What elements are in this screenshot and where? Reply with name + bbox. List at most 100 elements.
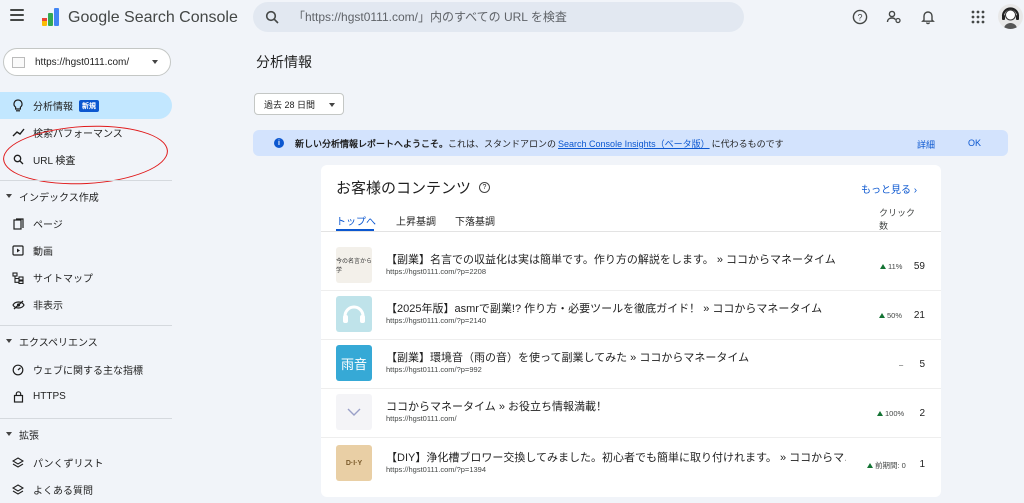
notifications-bell-icon[interactable] (918, 7, 938, 27)
change-value: 50% (887, 311, 903, 320)
sidebar-item-url-inspection[interactable]: URL 検査 (0, 146, 172, 173)
click-count: 1 (919, 459, 925, 470)
content-row[interactable]: 雨音 【副業】環境音（雨の音）を使って副業してみた » ココからマネータイム h… (336, 343, 936, 385)
details-button[interactable]: 詳細 (917, 138, 935, 151)
click-count: 5 (919, 359, 925, 370)
your-content-card: お客様のコンテンツ ? もっと見る › トップへ 上昇基調 下落基調 クリック … (321, 165, 941, 497)
section-indexing[interactable]: インデックス作成 (0, 186, 172, 206)
page-title: 分析情報 (256, 54, 312, 70)
article-thumbnail: 今の名言から学 (336, 247, 372, 283)
layers-icon (11, 456, 25, 470)
article-thumbnail: D·I·Y (336, 445, 372, 481)
sidebar-item-insights[interactable]: 分析情報 新規 (0, 92, 172, 119)
help-icon[interactable]: ? (479, 182, 490, 193)
divider (0, 325, 172, 326)
banner-text: に代わるものです (711, 138, 784, 149)
content-row[interactable]: 今の名言から学 【副業】名言での収益化は実は簡単です。作り方の解説をします。 »… (336, 245, 936, 287)
change-indicator: 前期間: 0 (867, 460, 906, 471)
content-row[interactable]: ココからマネータイム » お役立ち情報満載！ https://hgst0111.… (336, 392, 936, 434)
divider (321, 339, 941, 340)
property-selector[interactable]: https://hgst0111.com/ (3, 48, 171, 76)
sidebar-item-sitemaps[interactable]: サイトマップ (0, 264, 172, 291)
divider (0, 180, 172, 181)
account-avatar[interactable] (998, 4, 1023, 29)
chevron-down-icon (329, 103, 336, 107)
sidebar-item-removals[interactable]: 非表示 (0, 291, 172, 318)
article-thumbnail: 雨音 (336, 345, 372, 381)
gauge-icon (11, 363, 25, 377)
url-inspect-search[interactable] (253, 2, 744, 32)
article-thumbnail (336, 296, 372, 332)
sidebar-item-label: ページ (33, 220, 63, 231)
sidebar-item-label: 分析情報 (33, 102, 73, 113)
change-indicator: 11% (880, 262, 902, 271)
sidebar-item-video[interactable]: 動画 (0, 237, 172, 264)
article-title: 【副業】名言での収益化は実は簡単です。作り方の解説をします。 » ココからマネー… (386, 254, 836, 266)
sidebar-item-https[interactable]: HTTPS (0, 383, 172, 410)
article-title: 【DIY】浄化槽ブロワー交換してみました。初心者でも簡単に取り付けれます。 » … (386, 452, 846, 464)
insights-beta-link[interactable]: Search Console Insights（ベータ版） (558, 137, 710, 150)
sidebar-item-label: よくある質問 (33, 486, 93, 497)
top-bar: Google Search Console ? (0, 0, 1024, 34)
search-input[interactable] (293, 10, 723, 24)
arrow-up-icon (880, 264, 886, 269)
arrow-up-icon (877, 411, 883, 416)
sidebar-item-breadcrumbs[interactable]: パンくずリスト (0, 449, 172, 476)
tab-rising[interactable]: 上昇基調 (396, 213, 436, 228)
change-indicator: 100% (877, 409, 904, 418)
change-value: 前期間: 0 (875, 461, 906, 470)
section-label: インデックス作成 (19, 192, 99, 204)
pages-icon (11, 217, 25, 231)
banner-text: これは、スタンドアロンの (448, 138, 557, 149)
search-console-logo[interactable] (40, 6, 62, 28)
property-url: https://hgst0111.com/ (35, 56, 130, 68)
sidebar-item-label: 検索パフォーマンス (33, 129, 123, 140)
thumbnail-text: 雨音 (340, 357, 367, 373)
banner-bold-text: 新しい分析情報レポートへようこそ。 (295, 138, 449, 149)
date-range-selector[interactable]: 過去 28 日間 (254, 93, 345, 115)
article-title: ココからマネータイム » お役立ち情報満載！ (386, 401, 608, 413)
content-row[interactable]: 【2025年版】asmrで副業!? 作り方・必要ツールを徹底ガイド！ » ココか… (336, 294, 936, 336)
arrow-up-icon (879, 313, 885, 318)
article-title: 【2025年版】asmrで副業!? 作り方・必要ツールを徹底ガイド！ » ココか… (386, 303, 823, 315)
sidebar-item-pages[interactable]: ページ (0, 210, 172, 237)
divider (321, 388, 941, 389)
section-enhancements[interactable]: 拡張 (0, 424, 172, 444)
lock-icon (11, 390, 25, 404)
change-value: 100% (885, 409, 905, 418)
ok-button[interactable]: OK (968, 138, 981, 148)
change-value: 11% (888, 262, 903, 271)
tab-falling[interactable]: 下落基調 (455, 213, 495, 228)
sidebar-item-performance[interactable]: 検索パフォーマンス (0, 119, 172, 146)
trend-icon (11, 126, 25, 140)
article-thumbnail (336, 394, 372, 430)
menu-icon[interactable] (10, 9, 24, 21)
click-count: 59 (913, 261, 925, 272)
site-favicon (12, 56, 25, 68)
sidebar: https://hgst0111.com/ 分析情報 新規 検索パフォーマンス … (0, 34, 180, 503)
click-count: 21 (913, 310, 925, 321)
article-url: https://hgst0111.com/ (386, 414, 457, 423)
see-more-link[interactable]: もっと見る › (861, 181, 917, 196)
thumbnail-text: D·I·Y (345, 459, 363, 467)
manage-users-icon[interactable] (884, 7, 904, 27)
sidebar-item-core-web-vitals[interactable]: ウェブに関する主な指標 (0, 356, 172, 383)
collapse-arrow-icon (6, 432, 12, 436)
content-row[interactable]: D·I·Y 【DIY】浄化槽ブロワー交換してみました。初心者でも簡単に取り付けれ… (336, 443, 936, 485)
clicks-header-line: クリック (879, 208, 916, 218)
help-icon[interactable]: ? (850, 7, 870, 27)
sidebar-item-label: パンくずリスト (33, 459, 104, 470)
divider (321, 231, 941, 232)
change-value: – (899, 360, 904, 369)
section-label: エクスペリエンス (19, 337, 98, 349)
clicks-column-header[interactable]: クリック 数 (879, 207, 915, 233)
sidebar-item-faq[interactable]: よくある質問 (0, 476, 172, 503)
section-label: 拡張 (19, 430, 39, 442)
article-title: 【副業】環境音（雨の音）を使って副業してみた » ココからマネータイム (386, 352, 750, 364)
change-indicator: 50% (879, 311, 902, 320)
section-experience[interactable]: エクスペリエンス (0, 331, 172, 351)
apps-grid-icon[interactable] (968, 7, 988, 27)
tab-top[interactable]: トップへ (336, 213, 376, 228)
collapse-arrow-icon (6, 194, 12, 198)
new-badge: 新規 (79, 99, 99, 112)
